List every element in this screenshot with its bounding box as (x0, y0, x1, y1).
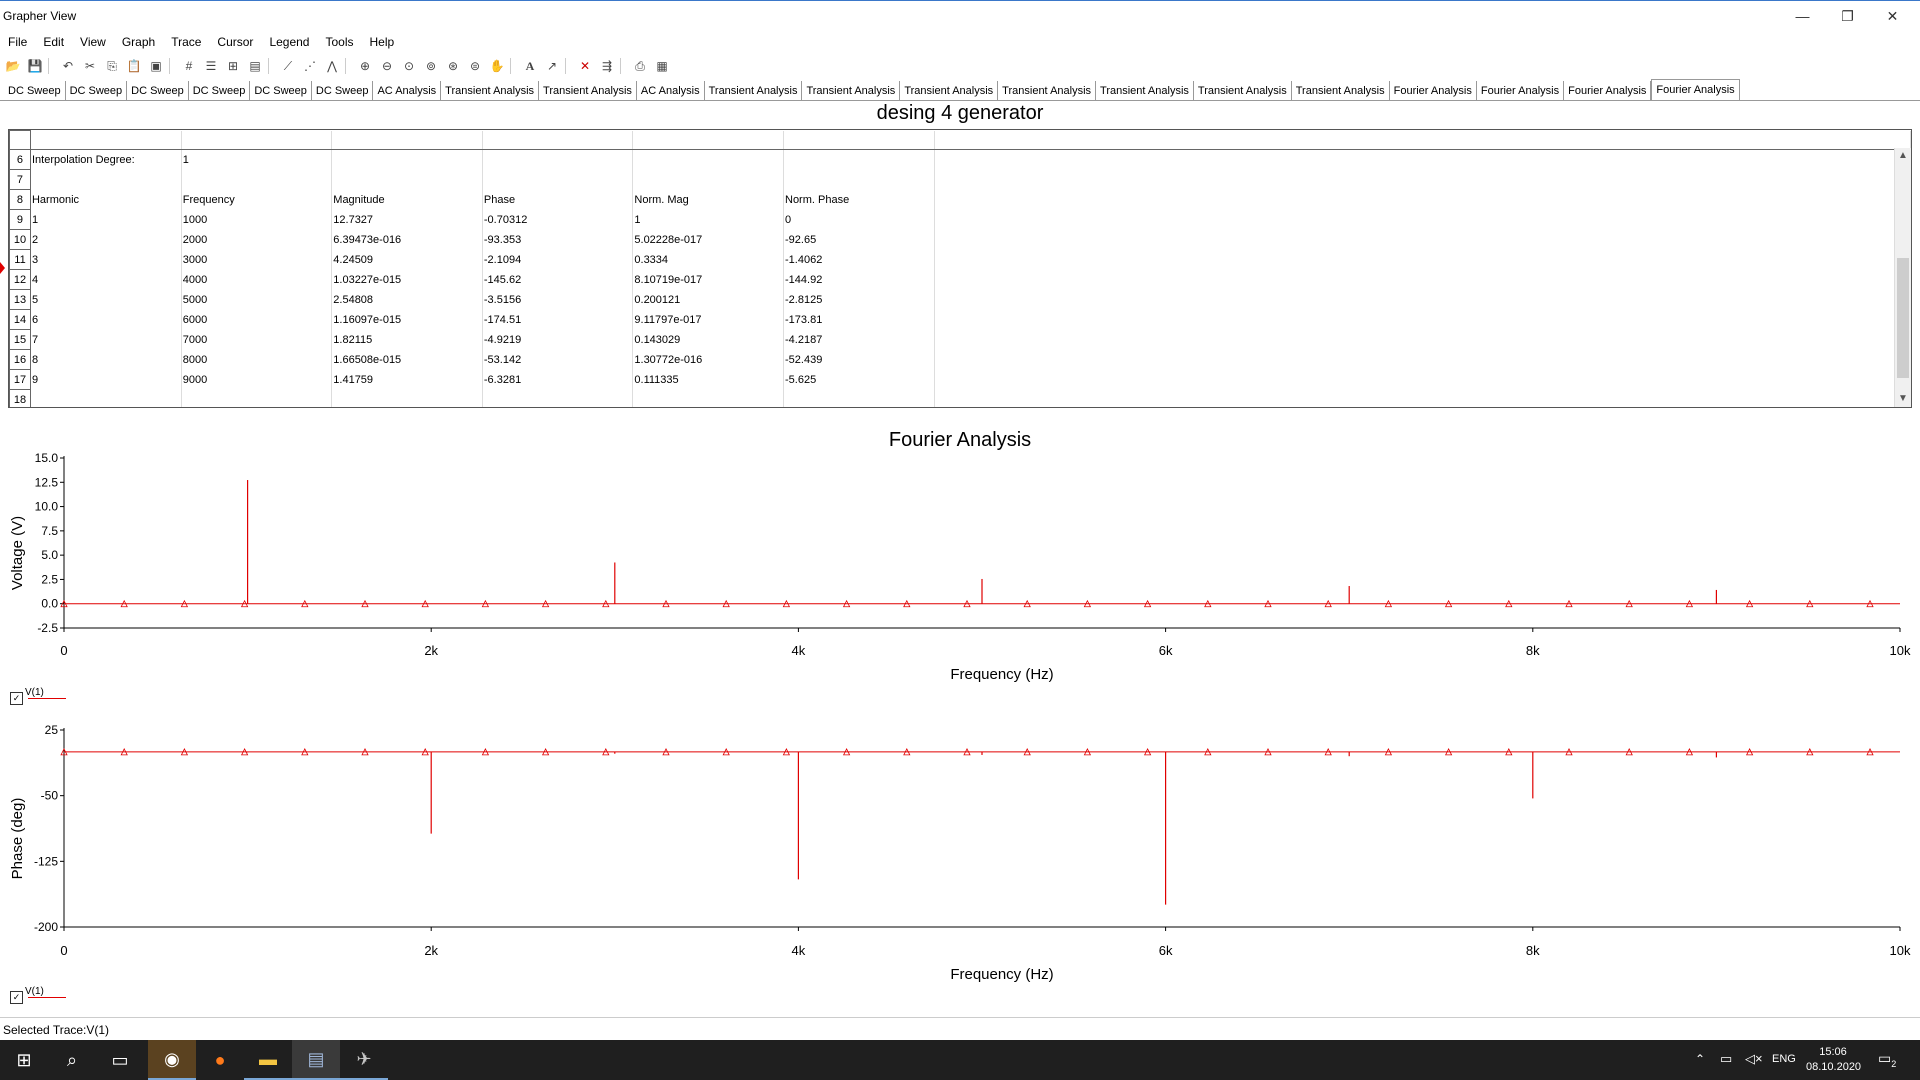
y-axis-label: Phase (deg) (9, 798, 26, 880)
checkbox-icon[interactable]: ✓ (10, 991, 23, 1004)
tray-chevron-icon[interactable]: ⌃ (1695, 1052, 1705, 1066)
simulator-app-icon[interactable]: ✈ (340, 1040, 388, 1080)
volume-muted-icon[interactable]: ◁× (1745, 1051, 1763, 1067)
x-tick-label: 2k (424, 643, 438, 658)
y-tick-label: 10.0 (35, 500, 59, 514)
clock-time: 15:06 (1819, 1046, 1847, 1058)
clock-date: 08.10.2020 (1806, 1061, 1862, 1073)
status-text: Selected Trace:V(1) (3, 1023, 110, 1037)
checkbox-icon[interactable]: ✓ (10, 692, 23, 705)
taskbar: ⊞ ⌕ ▭ ◉ ● ▬ ▤ ✈ ⌃ ▭ ◁× ENG 15:06 08.10.2… (0, 1040, 1920, 1080)
y-tick-label: 15.0 (35, 451, 59, 465)
y-tick-label: -125 (34, 854, 58, 868)
fourier-charts[interactable]: Fourier Analysis 15.0 12.5 10.0 7.5 5.0 2.5 0.0… (0, 0, 1920, 1017)
file-explorer-icon[interactable]: ▬ (244, 1040, 292, 1080)
x-tick-label: 6k (1159, 943, 1173, 958)
language-indicator[interactable]: ENG (1772, 1053, 1796, 1065)
notification-count: 2 (1891, 1058, 1897, 1069)
x-axis-label: Frequency (Hz) (950, 666, 1053, 683)
network-icon[interactable]: ▭ (1720, 1051, 1732, 1067)
firefox-icon[interactable]: ● (196, 1040, 244, 1080)
y-tick-label: 25 (45, 723, 59, 737)
grapher-app-icon[interactable]: ▤ (292, 1040, 340, 1080)
windows-start-icon[interactable]: ⊞ (0, 1040, 48, 1080)
legend-voltage[interactable]: ✓ V(1) (10, 687, 66, 705)
chrome-icon[interactable]: ◉ (148, 1040, 196, 1080)
y-axis-label: Voltage (V) (9, 516, 26, 590)
y-tick-label: 5.0 (41, 548, 58, 562)
search-icon[interactable]: ⌕ (48, 1040, 96, 1080)
x-tick-label: 10k (1890, 943, 1911, 958)
y-tick-label: 2.5 (41, 572, 58, 586)
x-tick-label: 4k (792, 643, 806, 658)
legend-phase[interactable]: ✓ V(1) (10, 986, 66, 1004)
status-bar: Selected Trace:V(1) (0, 1017, 1920, 1040)
y-tick-label: -200 (34, 920, 58, 934)
legend-label: V(1) (25, 986, 44, 997)
legend-label: V(1) (25, 687, 44, 698)
x-tick-label: 2k (424, 943, 438, 958)
x-tick-label: 4k (792, 943, 806, 958)
y-tick-label: 0.0 (41, 597, 58, 611)
y-tick-label: 12.5 (35, 475, 59, 489)
x-axis-label: Frequency (Hz) (950, 966, 1053, 983)
x-tick-label: 0 (60, 643, 67, 658)
y-tick-label: -50 (41, 789, 59, 803)
x-tick-label: 6k (1159, 643, 1173, 658)
legend-line (27, 698, 66, 699)
y-tick-label: -2.5 (37, 621, 58, 635)
x-tick-label: 0 (60, 943, 67, 958)
task-view-icon[interactable]: ▭ (96, 1040, 144, 1080)
y-tick-label: 7.5 (41, 524, 58, 538)
x-tick-label: 8k (1526, 643, 1540, 658)
x-tick-label: 8k (1526, 943, 1540, 958)
legend-line (27, 997, 66, 998)
notification-icon[interactable]: ▭2 (1878, 1050, 1896, 1069)
clock[interactable]: 15:06 08.10.2020 (1806, 1045, 1862, 1075)
x-tick-label: 10k (1890, 643, 1911, 658)
chart-title: Fourier Analysis (889, 429, 1031, 451)
